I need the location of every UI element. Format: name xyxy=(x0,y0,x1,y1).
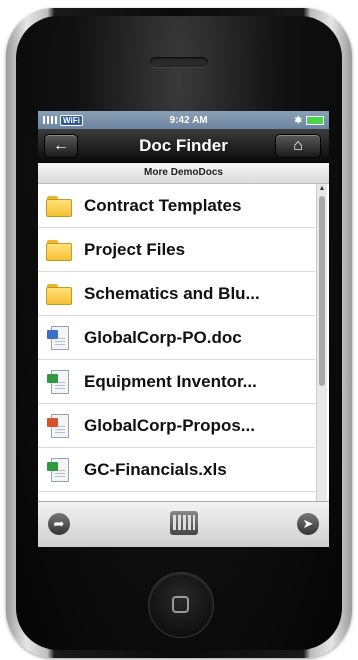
back-arrow-icon: ← xyxy=(53,137,69,154)
list-item-label: Schematics and Blu... xyxy=(84,283,260,303)
home-icon: ⌂ xyxy=(293,137,303,154)
scroll-up-icon[interactable]: ▲ xyxy=(318,185,326,192)
status-bar: WiFi 9:42 AM ✱ xyxy=(38,111,329,129)
document-list: Contract Templates Project Files Schemat… xyxy=(38,184,329,514)
list-item-label: GlobalCorp-Propos... xyxy=(84,415,255,435)
device-home-button[interactable] xyxy=(148,572,214,638)
pointer-button[interactable]: ➤ xyxy=(297,513,319,535)
forward-arrow-icon: ➦ xyxy=(53,516,65,531)
folder-icon xyxy=(46,238,72,262)
list-item[interactable]: GC-Financials.xls xyxy=(38,448,315,492)
cursor-pointer-icon: ➤ xyxy=(302,516,314,531)
bottom-toolbar: ➦ ➤ xyxy=(38,501,329,547)
powerpoint-doc-icon xyxy=(46,413,72,438)
section-header: More DemoDocs xyxy=(38,163,329,184)
navigation-bar: ← Doc Finder ⌂ xyxy=(38,129,329,163)
list-item[interactable]: Contract Templates xyxy=(38,184,315,228)
list-item-label: Project Files xyxy=(84,239,186,259)
list-item[interactable]: Schematics and Blu... xyxy=(38,272,315,316)
list-item[interactable]: Equipment Inventor... xyxy=(38,360,315,404)
earpiece-speaker xyxy=(150,57,208,67)
folder-icon xyxy=(46,282,72,306)
device-screen: WiFi 9:42 AM ✱ ← Doc Finder ⌂ More DemoD… xyxy=(38,111,329,547)
back-button[interactable]: ← xyxy=(44,134,78,158)
excel-doc-icon xyxy=(46,369,72,394)
folder-icon xyxy=(46,194,72,218)
list-item-label: Contract Templates xyxy=(84,195,242,215)
scroll-thumb[interactable] xyxy=(319,196,325,386)
excel-doc-icon xyxy=(46,457,72,482)
home-square-icon xyxy=(172,596,189,613)
page-title: Doc Finder xyxy=(139,135,228,155)
list-item-label: GlobalCorp-PO.doc xyxy=(84,327,242,347)
wifi-icon: WiFi xyxy=(60,114,83,126)
battery-icon xyxy=(306,115,324,125)
keyboard-icon[interactable] xyxy=(170,511,198,535)
list-item[interactable]: Project Files xyxy=(38,228,315,272)
home-button-nav[interactable]: ⌂ xyxy=(275,134,321,158)
list-item[interactable]: GlobalCorp-Propos... xyxy=(38,404,315,448)
signal-icon xyxy=(43,116,57,124)
forward-button[interactable]: ➦ xyxy=(48,513,70,535)
word-doc-icon xyxy=(46,325,72,350)
status-time: 9:42 AM xyxy=(169,114,208,126)
list-item-label: Equipment Inventor... xyxy=(84,371,257,391)
bluetooth-icon: ✱ xyxy=(294,114,302,125)
list-item-label: GC-Financials.xls xyxy=(84,459,227,479)
list-item[interactable]: GlobalCorp-PO.doc xyxy=(38,316,315,360)
scrollbar[interactable]: ▲ ▼ xyxy=(316,184,327,514)
